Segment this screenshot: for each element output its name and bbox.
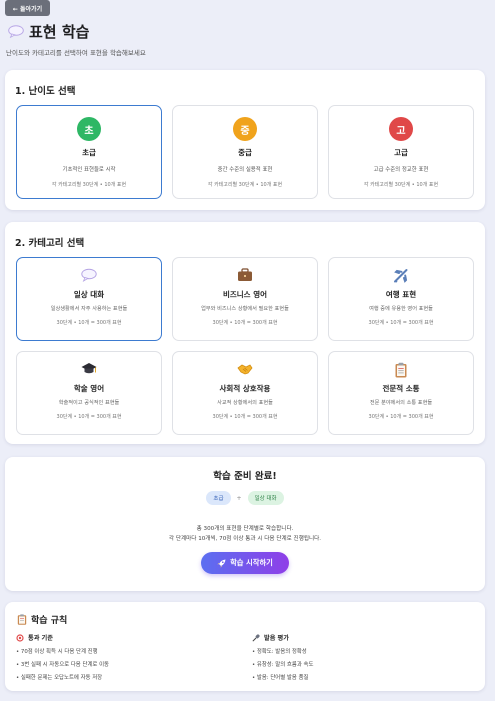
pronunciation-rule-item: • 정확도: 발음의 정확성	[252, 649, 307, 655]
category-section: 2. 카테고리 선택 일상 대화 일상생활에서 자주 사용하는 표현들 30단계…	[5, 222, 485, 444]
microphone-icon	[252, 633, 260, 642]
category-option-daily[interactable]: 일상 대화 일상생활에서 자주 사용하는 표현들 30단계 • 10개 = 30…	[16, 257, 162, 341]
pass-rule-item: • 70점 이상 획득 시 다음 단계 진행	[16, 649, 98, 655]
selected-category-tag: 일상 대화	[247, 491, 284, 505]
level-meta: 각 카테고리별 30단계 • 10개 표현	[51, 182, 127, 188]
pronunciation-evaluation: 발음 평가 • 정확도: 발음의 정확성 • 유창성: 말의 흐름과 속도 • …	[252, 633, 313, 681]
category-desc: 학술적이고 공식적인 표현들	[58, 400, 120, 406]
category-option-travel[interactable]: 여행 표현 여행 중에 유용한 영어 표현들 30단계 • 10개 = 300개…	[328, 257, 474, 341]
start-learning-label: 학습 시작하기	[230, 558, 273, 567]
category-meta: 30단계 • 10개 = 300개 표현	[212, 414, 278, 420]
category-desc: 업무와 비즈니스 상황에서 필요한 표현들	[201, 306, 289, 312]
rocket-icon	[217, 559, 226, 567]
category-section-title: 2. 카테고리 선택	[15, 238, 85, 249]
handshake-icon	[237, 364, 253, 375]
category-name: 학술 영어	[73, 384, 105, 393]
category-option-academic[interactable]: 학술 영어 학술적이고 공식적인 표현들 30단계 • 10개 = 300개 표…	[16, 351, 162, 435]
pass-criteria: 통과 기준 • 70점 이상 획득 시 다음 단계 진행 • 3번 실패 시 자…	[16, 633, 109, 681]
selected-level-tag: 초급	[206, 491, 231, 505]
level-badge: 중	[233, 117, 257, 141]
ready-title: 학습 준비 완료!	[213, 471, 277, 482]
pass-criteria-title: 통과 기준	[28, 635, 53, 642]
level-desc: 기초적인 표현들로 시작	[62, 167, 116, 173]
category-desc: 사교적 상황에서의 표현들	[217, 400, 273, 406]
start-learning-button[interactable]: 학습 시작하기	[201, 552, 289, 574]
tag-separator: +	[236, 494, 242, 502]
category-name: 비즈니스 영어	[222, 290, 267, 299]
category-name: 일상 대화	[73, 290, 105, 299]
rules-title: 학습 규칙	[31, 616, 68, 626]
category-option-business[interactable]: 비즈니스 영어 업무와 비즈니스 상황에서 필요한 표현들 30단계 • 10개…	[172, 257, 318, 341]
level-option-advanced[interactable]: 고 고급 고급 수준의 정교한 표현 각 카테고리별 30단계 • 10개 표현	[328, 105, 474, 199]
level-desc: 중간 수준의 실용적 표현	[217, 167, 273, 173]
selection-tags: 초급 + 일상 대화	[5, 491, 485, 505]
airplane-icon	[394, 269, 408, 283]
category-name: 전문적 소통	[382, 384, 420, 393]
page-title: 표현 학습	[29, 23, 90, 41]
back-button[interactable]: ← 돌아가기	[5, 0, 50, 16]
pass-rule-item: • 3번 실패 시 자동으로 다음 단계로 이동	[16, 662, 109, 668]
rules-section: 학습 규칙 통과 기준 • 70점 이상 획득 시 다음 단계 진행 • 3번 …	[5, 602, 485, 691]
level-badge: 고	[389, 117, 413, 141]
pronunciation-rule-item: • 발음: 단어별 발음 품질	[252, 675, 309, 681]
level-name: 초급	[82, 148, 96, 157]
ready-section: 학습 준비 완료! 초급 + 일상 대화 총 300개의 표현을 단계별로 학습…	[5, 457, 485, 591]
level-section-title: 1. 난이도 선택	[15, 86, 76, 97]
page-header: 표현 학습	[8, 21, 89, 42]
back-button-label: ← 돌아가기	[12, 5, 43, 13]
target-icon	[16, 633, 24, 642]
category-meta: 30단계 • 10개 = 300개 표현	[212, 320, 278, 326]
category-desc: 일상생활에서 자주 사용하는 표현들	[50, 306, 128, 312]
graduation-cap-icon	[81, 363, 97, 374]
speech-bubble-icon	[81, 268, 97, 282]
pronunciation-rule-item: • 유창성: 말의 흐름과 속도	[252, 662, 314, 668]
pronunciation-title: 발음 평가	[264, 635, 289, 642]
category-name: 여행 표현	[385, 290, 417, 299]
level-name: 고급	[394, 148, 408, 157]
briefcase-icon	[238, 268, 252, 281]
level-meta: 각 카테고리별 30단계 • 10개 표현	[207, 182, 283, 188]
level-option-intermediate[interactable]: 중 중급 중간 수준의 실용적 표현 각 카테고리별 30단계 • 10개 표현	[172, 105, 318, 199]
category-meta: 30단계 • 10개 = 300개 표현	[56, 320, 122, 326]
level-section: 1. 난이도 선택 초 초급 기초적인 표현들로 시작 각 카테고리별 30단계…	[5, 70, 485, 210]
pass-rule-item: • 실패한 문제는 오답노트에 자동 저장	[16, 675, 103, 681]
ready-summary-line: 총 300개의 표현을 단계별로 학습합니다.	[196, 526, 294, 532]
level-badge: 초	[77, 117, 101, 141]
category-desc: 여행 중에 유용한 영어 표현들	[369, 306, 433, 312]
level-option-beginner[interactable]: 초 초급 기초적인 표현들로 시작 각 카테고리별 30단계 • 10개 표현	[16, 105, 162, 199]
category-option-professional[interactable]: 전문적 소통 전문 분야에서의 소통 표현들 30단계 • 10개 = 300개…	[328, 351, 474, 435]
level-name: 중급	[238, 148, 252, 157]
level-desc: 고급 수준의 정교한 표현	[373, 167, 429, 173]
clipboard-icon	[17, 614, 27, 625]
level-meta: 각 카테고리별 30단계 • 10개 표현	[363, 182, 439, 188]
clipboard-icon	[395, 362, 407, 378]
category-option-social[interactable]: 사회적 상호작용 사교적 상황에서의 표현들 30단계 • 10개 = 300개…	[172, 351, 318, 435]
category-meta: 30단계 • 10개 = 300개 표현	[368, 414, 434, 420]
speech-bubble-icon	[8, 25, 24, 38]
category-desc: 전문 분야에서의 소통 표현들	[369, 400, 433, 406]
page-subtitle: 난이도와 카테고리를 선택하여 표현을 학습해보세요	[6, 49, 146, 57]
category-name: 사회적 상호작용	[219, 384, 271, 393]
rules-header: 학습 규칙	[17, 613, 67, 626]
category-meta: 30단계 • 10개 = 300개 표현	[56, 414, 122, 420]
category-meta: 30단계 • 10개 = 300개 표현	[368, 320, 434, 326]
ready-progress-line: 각 단계마다 10개씩, 70점 이상 통과 시 다음 단계로 진행됩니다.	[168, 536, 322, 542]
